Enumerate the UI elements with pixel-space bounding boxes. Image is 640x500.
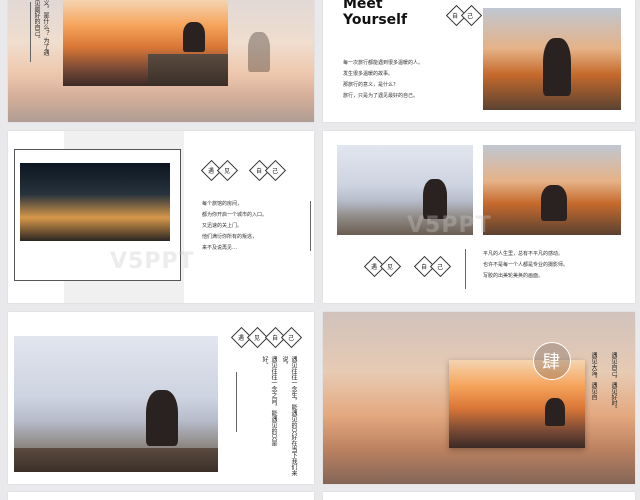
paragraph: 平凡的人生里，总有不平凡的感动。 也许不是每一个人都是专业的摄影师。 写胶的出美… <box>483 249 623 282</box>
person-silhouette <box>545 398 565 426</box>
title-line-1: Meet <box>343 0 383 12</box>
vertical-caption: 遇见大海，遇见自 <box>590 352 597 400</box>
vertical-caption: 遇见往往一念之间，能遇见的只是好。 <box>261 356 277 446</box>
slide-3[interactable]: 遇 见 自 己 每个旅馆的房间， 都为你开启一个城市的入口。 又迅速的关上门。 … <box>8 131 314 303</box>
slide-1[interactable]: 义，是什么？ 为了遇见最好的自己。 <box>8 0 314 122</box>
badge-label: 己 <box>436 264 443 271</box>
chapter-number: 肆 <box>542 352 560 373</box>
rock-ledge <box>148 54 228 86</box>
person-silhouette <box>543 38 571 96</box>
slide-title: Meet Yourself <box>343 0 407 28</box>
watermark: V5PPT <box>407 213 492 238</box>
badge-label: 见 <box>386 264 393 271</box>
badge-label: 己 <box>271 168 278 175</box>
jumping-people-photo <box>20 163 170 241</box>
paragraph-line: 旅行，只是为了遇见最好的自己。 <box>343 93 419 99</box>
slide-7-partial[interactable] <box>8 492 314 500</box>
slide-6[interactable]: 肆 遇见大海，遇见自 遇见自己，遇见好时。 <box>323 312 635 484</box>
slide-5[interactable]: 遇 见 自 己 遇见往往一念之间，能遇见的只是好。 遇见往往一念生，能遇见的只好… <box>8 312 314 484</box>
badge-label: 见 <box>253 335 260 342</box>
divider <box>236 372 237 432</box>
paragraph-line: 每个旅馆的房间， <box>202 201 243 207</box>
paragraph-line: 也许不是每一个人都是专业的摄影师。 <box>483 262 569 268</box>
paragraph-line: 平凡的人生里，总有不平凡的感动。 <box>483 251 564 257</box>
paragraph-line: 又迅速的关上门。 <box>202 223 243 229</box>
vertical-caption: 遇见往往一念生，能遇见的只好在当下我们来说， <box>281 356 297 476</box>
divider <box>465 249 466 289</box>
title-line-2: Yourself <box>343 12 408 28</box>
paragraph-line: 都为你开启一个城市的入口。 <box>202 212 268 218</box>
slide-8-partial[interactable] <box>323 492 635 500</box>
slide-2[interactable]: Meet Yourself 自 己 每一次旅行都能遇到很多温暖的人。 发生很多温… <box>323 0 635 122</box>
paragraph-line: 发生很多温暖的故事。 <box>343 71 394 77</box>
badge-label: 己 <box>287 335 294 342</box>
person-silhouette <box>146 390 178 446</box>
person-silhouette-faded <box>248 32 270 72</box>
badge-label: 己 <box>466 13 473 20</box>
person-silhouette <box>183 22 205 52</box>
paragraph-line: 那旅行的意义，是什么？ <box>343 82 399 88</box>
badge-label: 见 <box>223 168 230 175</box>
paragraph-line: 来不及说再见… <box>202 245 238 251</box>
slide-4[interactable]: 遇 见 自 己 平凡的人生里，总有不平凡的感动。 也许不是每一个人都是专业的摄影… <box>323 131 635 303</box>
stone-wall <box>14 448 218 472</box>
watermark: V5PPT <box>110 249 195 274</box>
vertical-caption: 遇见自己，遇见好时。 <box>610 352 617 412</box>
divider <box>30 2 31 62</box>
paragraph: 每个旅馆的房间， 都为你开启一个城市的入口。 又迅速的关上门。 他们满衍你所有的… <box>202 199 302 254</box>
paragraph: 每一次旅行都能遇到很多温暖的人。 发生很多温暖的故事。 那旅行的意义，是什么？ … <box>343 58 473 102</box>
paragraph-line: 写胶的出美轮美奂的画面。 <box>483 273 544 279</box>
vertical-caption: 义，是什么？ 为了遇见最好的自己。 <box>33 0 49 56</box>
person-silhouette <box>541 185 567 221</box>
paragraph-line: 每一次旅行都能遇到很多温暖的人。 <box>343 60 424 66</box>
divider <box>310 201 311 251</box>
paragraph-line: 他们满衍你所有的叛逃， <box>202 234 258 240</box>
